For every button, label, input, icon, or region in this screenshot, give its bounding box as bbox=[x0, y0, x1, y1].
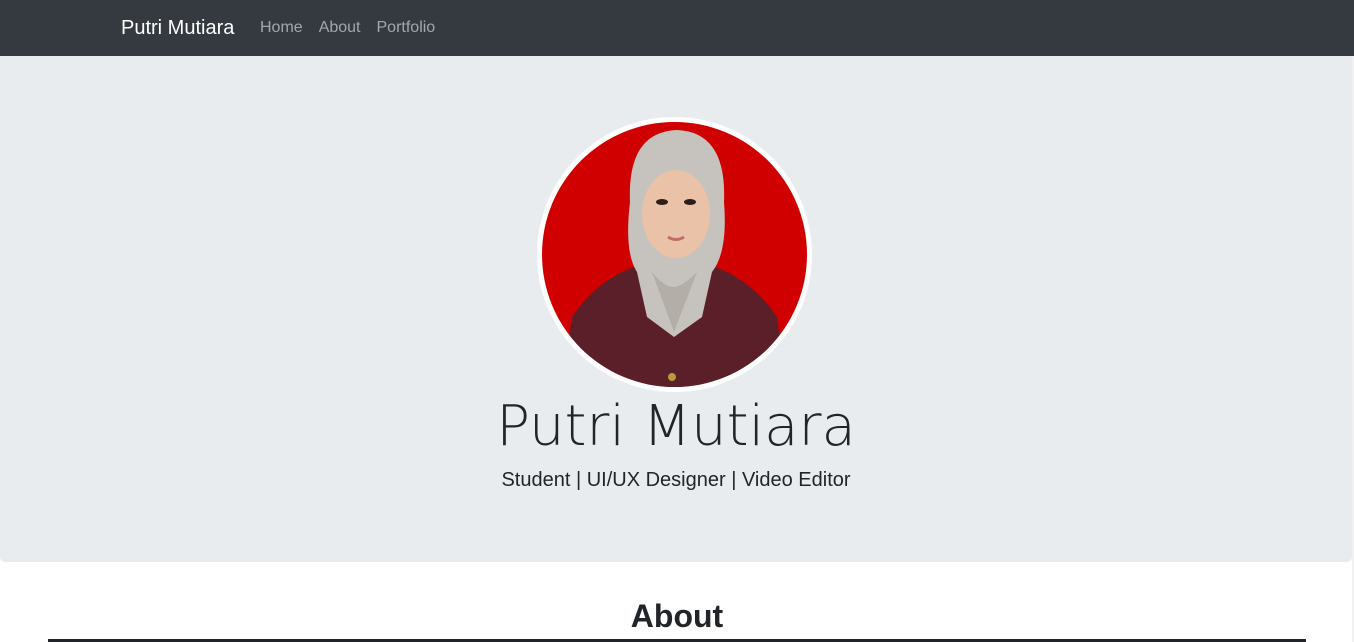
nav-link-about[interactable]: About bbox=[319, 18, 361, 38]
hero-jumbotron: Putri Mutiara Student | UI/UX Designer |… bbox=[0, 56, 1352, 562]
navbar-brand[interactable]: Putri Mutiara bbox=[121, 16, 234, 40]
nav-links: Home About Portfolio bbox=[260, 18, 451, 38]
nav-link-home[interactable]: Home bbox=[260, 18, 303, 38]
nav-link-portfolio[interactable]: Portfolio bbox=[377, 18, 436, 38]
top-navbar: Putri Mutiara Home About Portfolio bbox=[0, 0, 1354, 56]
hero-name: Putri Mutiara bbox=[496, 394, 856, 459]
profile-photo-frame bbox=[537, 117, 812, 392]
hero-tagline: Student | UI/UX Designer | Video Editor bbox=[501, 469, 851, 491]
portrait-illustration bbox=[542, 122, 807, 387]
about-heading: About bbox=[630, 598, 724, 634]
profile-photo bbox=[542, 122, 807, 387]
